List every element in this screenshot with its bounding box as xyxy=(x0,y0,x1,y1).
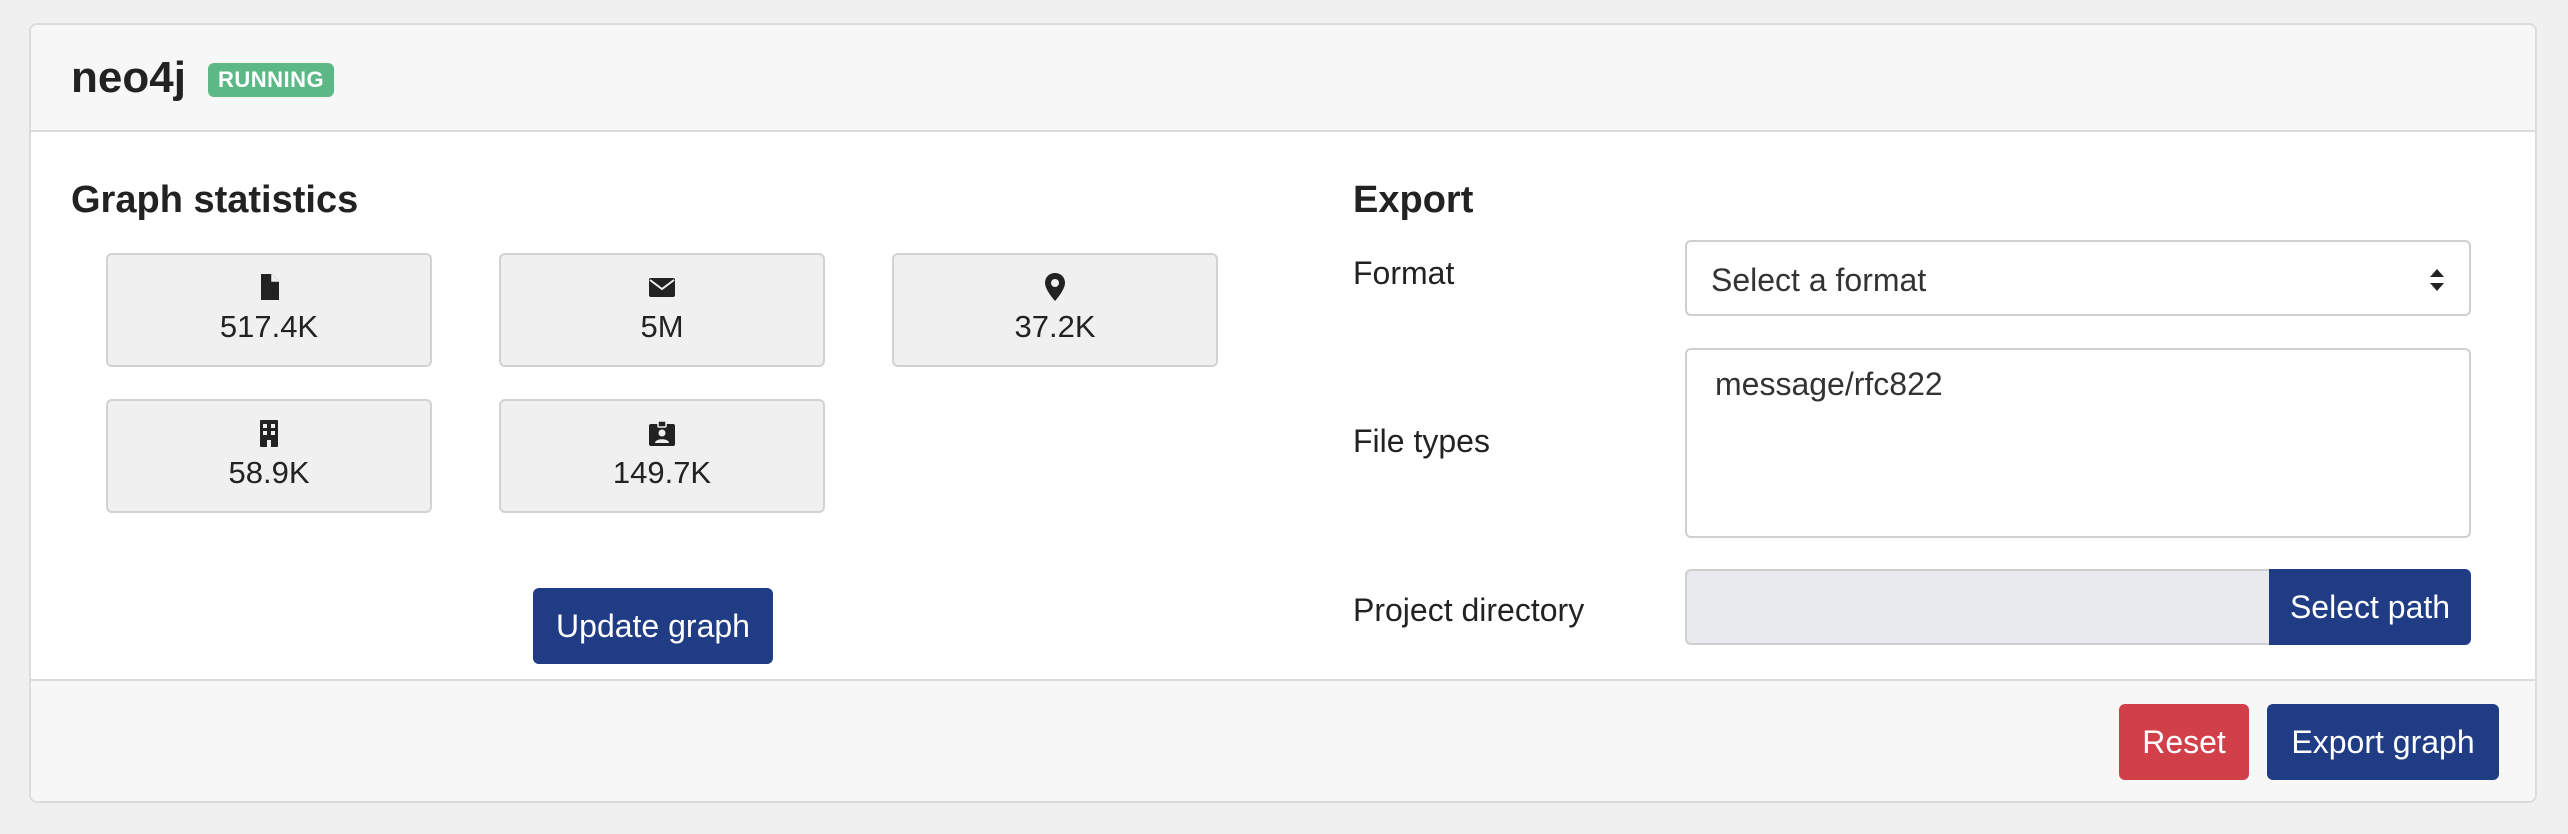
export-title: Export xyxy=(1353,179,1474,221)
status-badge: RUNNING xyxy=(208,63,335,97)
project-directory-input[interactable] xyxy=(1685,569,2269,645)
stat-tile-persons: 149.7K xyxy=(499,399,825,513)
card-header: neo4j RUNNING xyxy=(31,25,2535,132)
graph-statistics-title: Graph statistics xyxy=(71,179,359,221)
file-icon xyxy=(261,274,279,300)
format-select-value: Select a format xyxy=(1711,262,1927,298)
file-types-value: message/rfc822 xyxy=(1715,366,1943,402)
card-footer: Reset Export graph xyxy=(31,679,2535,801)
neo4j-card: neo4j RUNNING Graph statistics 517.4K 5M… xyxy=(29,23,2537,803)
building-icon xyxy=(260,420,278,447)
stat-tile-organizations: 58.9K xyxy=(106,399,432,513)
file-types-textarea[interactable]: message/rfc822 xyxy=(1685,348,2471,538)
project-directory-label: Project directory xyxy=(1353,592,1585,628)
file-types-label: File types xyxy=(1353,423,1490,459)
stat-value: 58.9K xyxy=(228,455,310,490)
stat-value: 517.4K xyxy=(219,309,319,344)
stat-value: 5M xyxy=(640,309,684,344)
stat-tile-messages: 5M xyxy=(499,253,825,367)
sort-arrows-icon xyxy=(2430,269,2444,291)
envelope-icon xyxy=(649,278,675,297)
map-marker-icon xyxy=(1045,273,1065,301)
app-title: neo4j xyxy=(71,53,186,102)
update-graph-button[interactable]: Update graph xyxy=(533,588,773,664)
stat-value: 149.7K xyxy=(612,455,712,490)
reset-button[interactable]: Reset xyxy=(2119,704,2249,780)
format-select[interactable]: Select a format xyxy=(1685,240,2471,316)
export-graph-button[interactable]: Export graph xyxy=(2267,704,2499,780)
stat-tile-locations: 37.2K xyxy=(892,253,1218,367)
stat-value: 37.2K xyxy=(1014,309,1096,344)
id-badge-icon xyxy=(649,420,675,446)
select-path-button[interactable]: Select path xyxy=(2269,569,2471,645)
format-label: Format xyxy=(1353,255,1455,291)
stat-tile-files: 517.4K xyxy=(106,253,432,367)
